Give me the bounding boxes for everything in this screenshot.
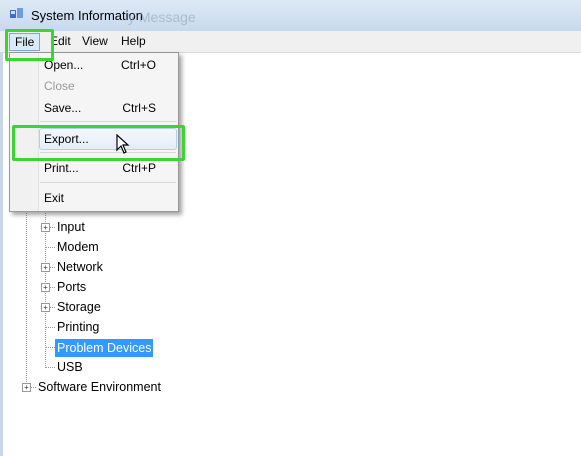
menu-item-close: Close (40, 76, 176, 96)
menu-item-save[interactable]: Save... Ctrl+S (40, 98, 176, 118)
tree-node-input[interactable]: Input (55, 220, 87, 234)
window-left-edge (0, 52, 3, 456)
tree-connector (45, 247, 55, 248)
tree-node-modem[interactable]: Modem (55, 240, 101, 254)
highlight-file-menu (5, 29, 54, 61)
tree-node-storage[interactable]: Storage (55, 300, 103, 314)
menu-separator (40, 182, 176, 183)
expand-icon[interactable]: + (41, 263, 50, 272)
menu-item-shortcut: Ctrl+P (122, 161, 156, 175)
background-window-title: y Message (128, 9, 196, 25)
window-title: System Information (31, 8, 143, 23)
menu-item-open[interactable]: Open... Ctrl+O (40, 55, 176, 75)
highlight-export-item (12, 125, 185, 161)
tree-connector (45, 347, 55, 348)
tree-node-ports[interactable]: Ports (55, 280, 88, 294)
expand-icon[interactable]: + (41, 283, 50, 292)
mouse-pointer-icon (116, 133, 130, 157)
menu-bar: File Edit View Help (0, 31, 581, 53)
tree-node-network[interactable]: Network (55, 260, 105, 274)
tree-connector (26, 200, 27, 388)
menu-item-shortcut: Ctrl+S (122, 101, 156, 115)
title-bar: System Information y Message (0, 0, 581, 32)
menu-item-exit[interactable]: Exit (40, 188, 176, 208)
tree-node-usb[interactable]: USB (55, 360, 85, 374)
menu-item-print[interactable]: Print... Ctrl+P (40, 158, 176, 178)
menu-view[interactable]: View (82, 34, 108, 48)
expand-icon[interactable]: + (22, 383, 31, 392)
expand-icon[interactable]: + (41, 303, 50, 312)
tree-node-software-environment[interactable]: Software Environment (36, 380, 163, 394)
menu-item-label: Close (44, 79, 75, 93)
menu-item-label: Print... (44, 161, 79, 175)
system-info-icon (10, 8, 24, 20)
tree-node-printing[interactable]: Printing (55, 320, 101, 334)
menu-help[interactable]: Help (121, 34, 146, 48)
menu-item-label: Exit (44, 191, 65, 205)
menu-item-label: Save... (44, 101, 82, 115)
menu-separator (40, 121, 176, 122)
tree-connector (45, 367, 55, 368)
expand-icon[interactable]: + (41, 223, 50, 232)
menu-item-shortcut: Ctrl+O (120, 58, 156, 72)
tree-node-problem-devices[interactable]: Problem Devices (55, 339, 154, 357)
tree-connector (45, 327, 55, 328)
